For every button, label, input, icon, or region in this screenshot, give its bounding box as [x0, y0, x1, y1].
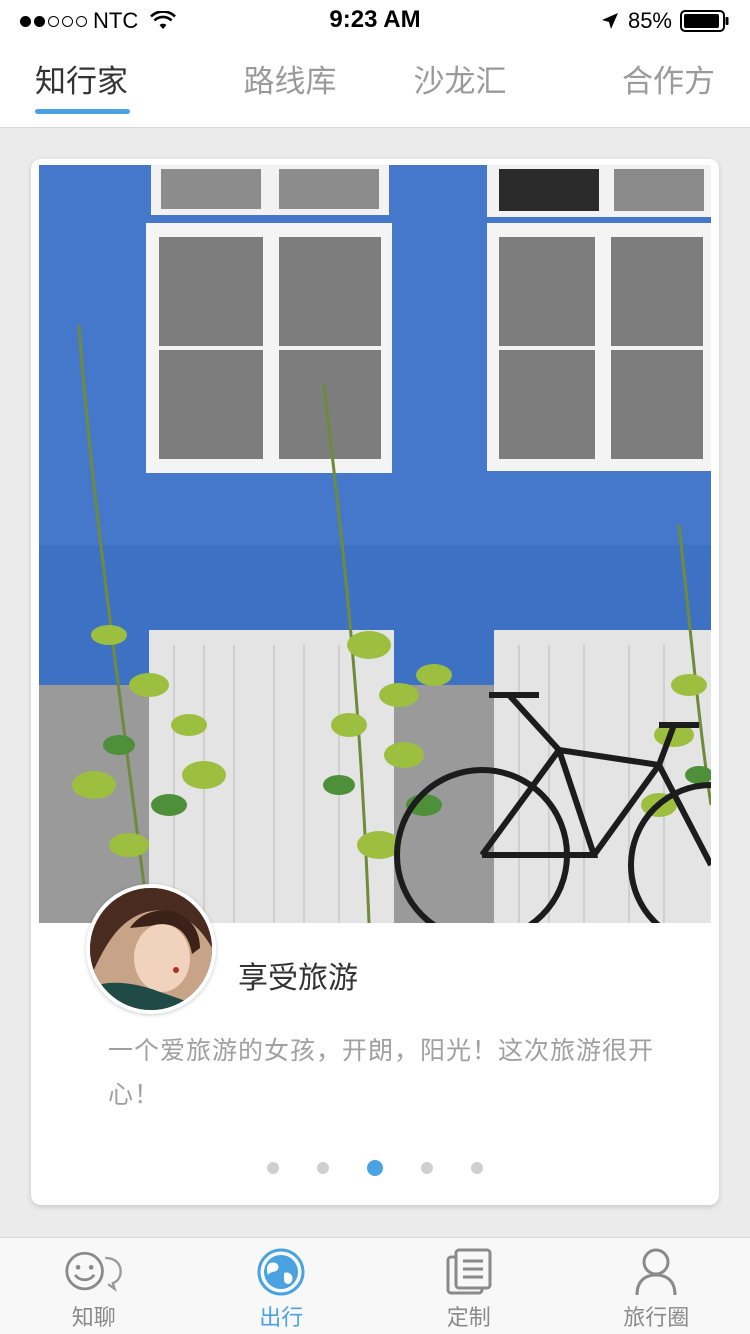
tab-shalonghui[interactable]: 沙龙汇: [375, 40, 545, 127]
profile-card[interactable]: 享受旅游 一个爱旅游的女孩，开朗，阳光！这次旅游很开心！: [31, 159, 719, 1205]
page-indicator: [31, 1160, 719, 1176]
username: 享受旅游: [238, 961, 358, 996]
nav-item-zhiliao[interactable]: 知聊: [0, 1238, 188, 1334]
pager-dot[interactable]: [471, 1162, 483, 1174]
tab-label: 沙龙汇: [413, 64, 507, 100]
tab-zhixingjia[interactable]: 知行家: [0, 40, 205, 127]
battery-icon: [680, 10, 729, 32]
nav-label: 知聊: [71, 1306, 116, 1331]
bottom-tab-bar: 知聊 出行 定制 旅行圈: [0, 1237, 750, 1334]
pager-dot[interactable]: [421, 1162, 433, 1174]
person-icon: [626, 1246, 686, 1298]
nav-label: 旅行圈: [623, 1306, 690, 1331]
user-bio: 一个爱旅游的女孩，开朗，阳光！这次旅游很开心！: [108, 1036, 655, 1109]
cover-photo[interactable]: [39, 165, 711, 923]
pager-dot-active[interactable]: [367, 1160, 383, 1176]
tab-luxianku[interactable]: 路线库: [205, 40, 375, 127]
pager-dot[interactable]: [317, 1162, 329, 1174]
pager-dot[interactable]: [267, 1162, 279, 1174]
top-tab-bar: 知行家 路线库 沙龙汇 合作方: [0, 40, 750, 128]
nav-item-lvxingquan[interactable]: 旅行圈: [563, 1238, 750, 1334]
tab-hezuofang[interactable]: 合作方: [545, 40, 750, 127]
chat-smile-icon: [64, 1246, 124, 1298]
nav-item-chuxing[interactable]: 出行: [188, 1238, 376, 1334]
status-bar: NTC 9:23 AM 85%: [0, 0, 750, 40]
nav-label: 出行: [259, 1306, 304, 1331]
document-icon: [439, 1246, 499, 1298]
avatar[interactable]: [86, 884, 216, 1014]
tab-label: 合作方: [622, 64, 715, 100]
active-tab-indicator: [35, 109, 130, 114]
tab-label: 路线库: [243, 64, 337, 100]
tab-label: 知行家: [35, 64, 128, 100]
nav-label: 定制: [446, 1306, 491, 1331]
status-right: 85%: [600, 8, 730, 34]
battery-percent: 85%: [627, 8, 672, 33]
nav-item-dingzhi[interactable]: 定制: [375, 1238, 563, 1334]
location-arrow-icon: [601, 13, 618, 29]
globe-icon: [251, 1246, 311, 1298]
